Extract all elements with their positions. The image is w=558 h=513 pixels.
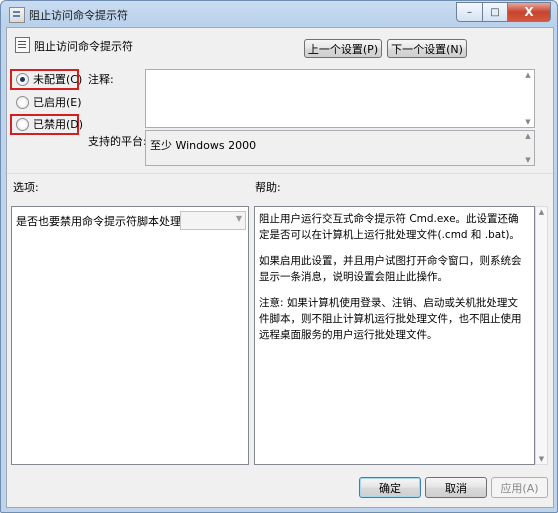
ok-button[interactable]: 确定 [359,477,421,498]
help-paragraph: 注意: 如果计算机使用登录、注销、启动或关机批处理文件脚本，则不阻止计算机运行批… [259,297,522,341]
apply-button[interactable]: 应用(A) [491,477,548,498]
platform-field: 至少 Windows 2000 ▲ ▼ [145,130,535,166]
radio-not-configured[interactable]: 未配置(C) [16,71,82,87]
radio-disabled[interactable]: 已禁用(D) [16,116,83,132]
close-button[interactable]: X [508,2,551,22]
section-divider [7,173,553,174]
dialog-window: 阻止访问命令提示符 – □ X 阻止访问命令提示符 上一个设置(P) 下一个设置… [0,0,558,513]
dialog-client-area: 阻止访问命令提示符 上一个设置(P) 下一个设置(N) 未配置(C) 已启用(E… [6,27,554,508]
window-title: 阻止访问命令提示符 [29,9,128,22]
options-label: 选项: [13,181,39,194]
platform-value: 至少 Windows 2000 [150,139,257,152]
platform-label: 支持的平台: [88,135,147,148]
help-text: 阻止用户运行交互式命令提示符 Cmd.exe。此设置还确定是否可以在计算机上运行… [259,211,528,353]
radio-label: 未配置(C) [33,73,83,86]
scroll-up-icon[interactable]: ▲ [522,70,534,80]
scroll-down-icon[interactable]: ▼ [522,155,534,165]
scroll-up-icon[interactable]: ▲ [536,207,547,217]
scroll-up-icon[interactable]: ▲ [522,131,534,141]
policy-title: 阻止访问命令提示符 [34,40,133,53]
chevron-down-icon: ▼ [235,214,242,223]
comment-textarea[interactable]: ▲ ▼ [145,69,535,128]
help-label: 帮助: [255,181,281,194]
policy-setting-icon [15,37,30,53]
next-setting-button[interactable]: 下一个设置(N) [387,39,467,58]
caption-buttons: – □ X [456,2,551,22]
help-paragraph: 阻止用户运行交互式命令提示符 Cmd.exe。此设置还确定是否可以在计算机上运行… [259,213,520,241]
radio-icon [16,95,29,109]
cancel-button[interactable]: 取消 [425,477,487,498]
options-pane: 是否也要禁用命令提示符脚本处理？ ▼ [11,206,249,465]
maximize-icon: □ [490,6,500,18]
minimize-icon: – [467,6,472,18]
close-icon: X [524,5,534,19]
radio-enabled[interactable]: 已启用(E) [16,94,82,110]
options-question: 是否也要禁用命令提示符脚本处理？ [16,215,192,228]
radio-icon [16,117,29,131]
help-scrollbar[interactable]: ▲ ▼ [535,206,548,465]
maximize-button[interactable]: □ [483,2,508,22]
previous-setting-button[interactable]: 上一个设置(P) [304,39,382,58]
minimize-button[interactable]: – [456,2,483,22]
radio-label: 已启用(E) [33,96,82,109]
script-processing-dropdown[interactable]: ▼ [180,211,246,230]
scroll-down-icon[interactable]: ▼ [536,454,547,464]
radio-selected-icon [16,72,29,86]
help-paragraph: 如果启用此设置，并且用户试图打开命令窗口，则系统会显示一条消息，说明设置会阻止此… [259,255,522,283]
radio-label: 已禁用(D) [33,118,84,131]
scroll-down-icon[interactable]: ▼ [522,117,534,127]
help-pane: 阻止用户运行交互式命令提示符 Cmd.exe。此设置还确定是否可以在计算机上运行… [254,206,535,465]
title-bar[interactable]: 阻止访问命令提示符 – □ X [1,1,557,27]
policy-window-icon [9,7,25,23]
comment-label: 注释: [88,73,114,86]
